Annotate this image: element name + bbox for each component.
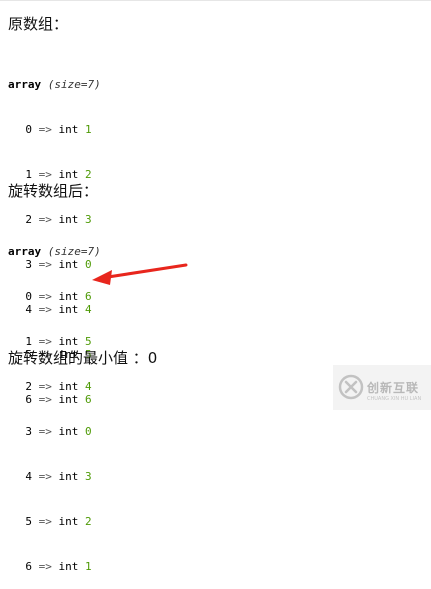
watermark-brand-en: CHUANG XIN HU LIAN xyxy=(367,396,422,402)
row-index: 2 xyxy=(25,380,32,393)
row-index: 1 xyxy=(25,168,32,181)
red-arrow-icon xyxy=(92,263,188,285)
row-type: int xyxy=(58,123,79,136)
watermark: 创新互联 CHUANG XIN HU LIAN xyxy=(333,365,431,410)
row-value: 1 xyxy=(85,123,92,136)
watermark-brand-cn: 创新互联 xyxy=(367,381,420,395)
row-index: 1 xyxy=(25,335,32,348)
row-type: int xyxy=(58,560,79,573)
row-arrow: => xyxy=(38,168,52,181)
row-arrow: => xyxy=(38,380,52,393)
size-note: (size=7) xyxy=(47,78,101,91)
rotated-array-dump: array (size=7) 0 => int 6 1 => int 5 2 =… xyxy=(8,214,101,589)
array-row: 6 => int 1 xyxy=(8,559,101,574)
row-type: int xyxy=(58,515,79,528)
brand-logo-icon xyxy=(338,374,364,400)
row-index: 6 xyxy=(25,560,32,573)
array-row: 4 => int 3 xyxy=(8,469,101,484)
row-value: 5 xyxy=(85,335,92,348)
row-value: 1 xyxy=(85,560,92,573)
array-keyword: array xyxy=(8,245,42,258)
row-type: int xyxy=(58,290,79,303)
row-arrow: => xyxy=(38,515,52,528)
row-value: 0 xyxy=(85,425,92,438)
dump-header: array (size=7) xyxy=(8,77,101,92)
row-arrow: => xyxy=(38,470,52,483)
row-index: 0 xyxy=(25,290,32,303)
array-row: 0 => int 6 xyxy=(8,289,101,304)
row-value: 3 xyxy=(85,470,92,483)
row-type: int xyxy=(58,335,79,348)
row-index: 0 xyxy=(25,123,32,136)
row-type: int xyxy=(58,168,79,181)
row-arrow: => xyxy=(38,123,52,136)
row-arrow: => xyxy=(38,335,52,348)
top-border xyxy=(0,0,431,1)
rotated-array-heading: 旋转数组后： xyxy=(8,182,99,200)
dump-header: array (size=7) xyxy=(8,244,101,259)
array-row: 1 => int 2 xyxy=(8,167,101,182)
array-row: 2 => int 4 xyxy=(8,379,101,394)
row-type: int xyxy=(58,425,79,438)
row-value: 6 xyxy=(85,290,92,303)
original-array-heading: 原数组： xyxy=(8,15,69,33)
array-row: 1 => int 5 xyxy=(8,334,101,349)
row-index: 3 xyxy=(25,425,32,438)
row-index: 4 xyxy=(25,470,32,483)
row-arrow: => xyxy=(38,425,52,438)
size-note: (size=7) xyxy=(47,245,101,258)
row-index: 5 xyxy=(25,515,32,528)
row-type: int xyxy=(58,380,79,393)
array-row: 0 => int 1 xyxy=(8,122,101,137)
array-row: 3 => int 0 xyxy=(8,424,101,439)
row-type: int xyxy=(58,470,79,483)
min-value-result: 旋转数组的最小值 ：0 xyxy=(8,349,158,367)
row-value: 4 xyxy=(85,380,92,393)
row-value: 2 xyxy=(85,515,92,528)
row-arrow: => xyxy=(38,560,52,573)
row-value: 2 xyxy=(85,168,92,181)
array-row: 5 => int 2 xyxy=(8,514,101,529)
row-arrow: => xyxy=(38,290,52,303)
array-keyword: array xyxy=(8,78,42,91)
